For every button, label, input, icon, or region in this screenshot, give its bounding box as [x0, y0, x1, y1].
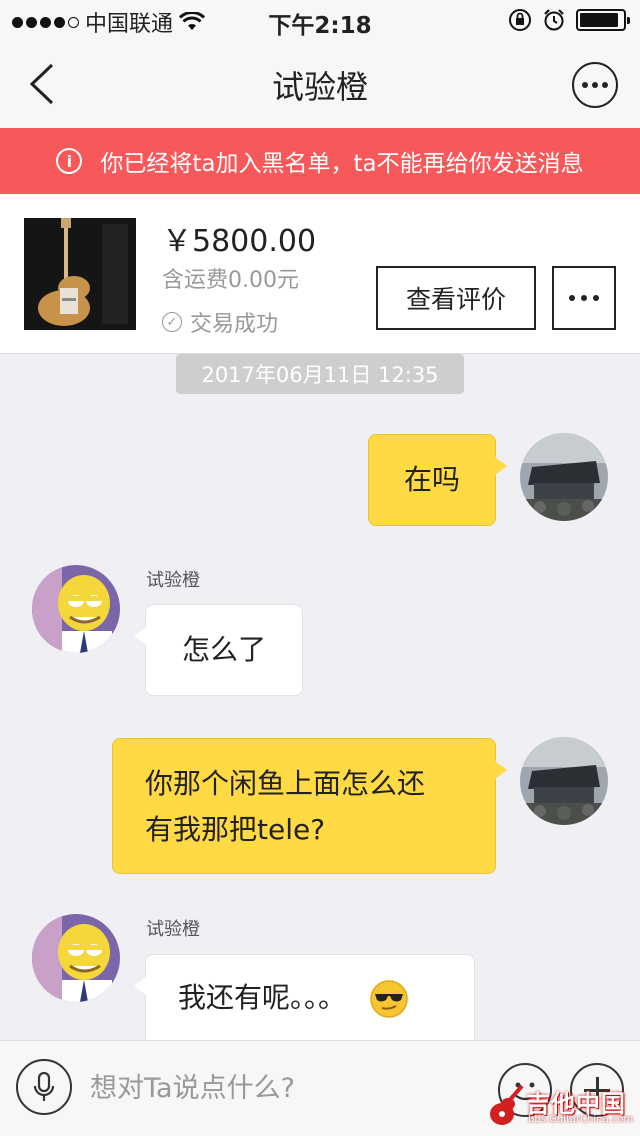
status-bar: 中国联通 下午2:18 [0, 0, 640, 40]
view-review-button[interactable]: 查看评价 [376, 266, 536, 330]
contact-avatar[interactable] [32, 565, 120, 653]
banner-text: 你已经将ta加入黑名单，ta不能再给你发送消息 [100, 151, 584, 177]
message-bubble-incoming[interactable]: 怎么了 [134, 604, 303, 696]
cartoon-avatar [32, 914, 120, 1002]
info-icon: i [56, 148, 83, 174]
chat-timestamp: 2017年06月11日 12:35 [176, 354, 464, 394]
message-bubble-outgoing[interactable]: 你那个闲鱼上面怎么还 有我那把tele? [112, 738, 507, 874]
cartoon-avatar [32, 565, 120, 653]
microphone-icon[interactable] [16, 1059, 72, 1115]
message-line: 你那个闲鱼上面怎么还 [145, 767, 426, 800]
trade-status: ✓ 交易成功 [162, 306, 278, 338]
stage-photo-avatar [520, 433, 608, 521]
battery-level [580, 13, 618, 27]
ellipsis-icon[interactable] [552, 266, 616, 330]
guitar-image [24, 218, 136, 330]
product-price: ￥5800.00 [162, 224, 317, 259]
message-text: 我还有呢。。。 [178, 981, 347, 1014]
ellipsis-circle-icon[interactable] [572, 62, 618, 108]
message-line: 有我那把tele? [145, 813, 326, 846]
page-title: 试验橙 [271, 68, 368, 106]
sunglasses-emoji [370, 980, 408, 1018]
my-avatar[interactable] [520, 737, 608, 825]
message-bubble-outgoing[interactable]: 在吗 [368, 434, 507, 526]
check-circle-icon: ✓ [162, 312, 182, 332]
guitar-logo-icon [490, 1084, 524, 1125]
blacklist-banner: i 你已经将ta加入黑名单，ta不能再给你发送消息 [0, 128, 640, 194]
sender-name: 试验橙 [146, 570, 200, 591]
watermark-url: bbs.GuitarChina.com [528, 1114, 634, 1125]
product-card[interactable]: ￥5800.00 含运费0.00元 ✓ 交易成功 查看评价 [0, 194, 640, 354]
stage-photo-avatar [520, 737, 608, 825]
trade-status-text: 交易成功 [190, 312, 279, 337]
message-text: 在吗 [403, 463, 460, 496]
shipping-fee: 含运费0.00元 [162, 268, 299, 293]
product-image[interactable] [24, 218, 136, 330]
sender-name: 试验橙 [146, 919, 200, 940]
status-right [508, 8, 630, 32]
alarm-icon [544, 9, 564, 31]
message-bubble-incoming[interactable]: 我还有呢。。。 [134, 954, 475, 1040]
contact-avatar[interactable] [32, 914, 120, 1002]
message-input[interactable] [90, 1061, 480, 1115]
orientation-lock-icon [509, 9, 531, 31]
my-avatar[interactable] [520, 433, 608, 521]
watermark: 吉他中国 bbs.GuitarChina.com [486, 1082, 636, 1132]
battery-icon [576, 9, 630, 31]
nav-bar: 试验橙 [0, 40, 640, 128]
message-text: 怎么了 [181, 633, 266, 666]
